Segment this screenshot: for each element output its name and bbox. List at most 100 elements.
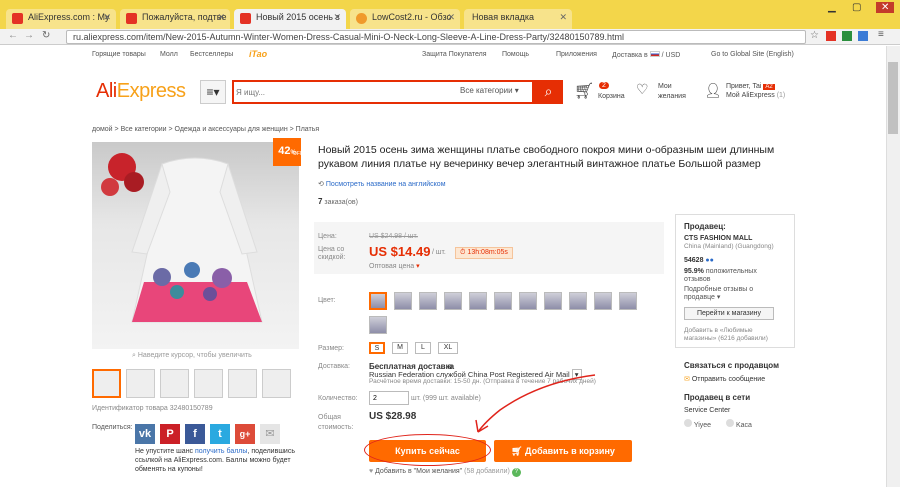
- color-swatch[interactable]: [419, 292, 437, 310]
- thumbnail[interactable]: [92, 369, 121, 398]
- extension-icon[interactable]: [826, 31, 836, 41]
- agent-kaca[interactable]: Kaca: [726, 419, 752, 429]
- minimize-icon[interactable]: ▁: [828, 2, 836, 13]
- size-option[interactable]: XL: [438, 342, 458, 354]
- heart-icon: ♥: [369, 468, 374, 475]
- bookmark-star-icon[interactable]: ☆: [810, 30, 819, 41]
- wishlist-label-1[interactable]: Мои: [658, 83, 672, 90]
- breadcrumb[interactable]: домой > Все категории > Одежда и аксессу…: [92, 126, 319, 133]
- my-aliexpress-link[interactable]: Мой AliExpress (1): [726, 92, 785, 99]
- vk-icon[interactable]: vk: [135, 424, 155, 444]
- color-swatch[interactable]: [469, 292, 487, 310]
- menu-icon[interactable]: ≡: [878, 29, 884, 40]
- send-message-text: Отправить сообщение: [691, 376, 766, 383]
- nav-ship-to[interactable]: Доставка в / USD: [612, 51, 680, 59]
- tab-new[interactable]: Новая вкладка ✕: [464, 9, 572, 29]
- search-input[interactable]: [236, 84, 436, 100]
- heart-icon[interactable]: ♡: [636, 81, 649, 98]
- nav-global-site[interactable]: Go to Global Site (English): [711, 51, 794, 58]
- add-favorite-store[interactable]: Добавить в «Любимые магазины» (6216 добав…: [684, 327, 768, 343]
- user-icon[interactable]: 👤︎: [704, 82, 722, 99]
- clock-icon: ⏱︎: [460, 249, 466, 256]
- search-button[interactable]: ⌕: [534, 80, 563, 104]
- color-swatch[interactable]: [594, 292, 612, 310]
- nav-protection[interactable]: Защита Покупателя: [422, 51, 487, 58]
- color-swatch-selected[interactable]: [369, 292, 387, 310]
- seller-details-link[interactable]: Подробные отзывы о продавце ▾: [684, 286, 753, 302]
- reload-icon[interactable]: ↻: [42, 30, 50, 41]
- agent-yiyee[interactable]: Yiyee: [684, 419, 711, 429]
- close-tab-icon[interactable]: ✕: [333, 12, 341, 23]
- nav-hot[interactable]: Горящие товары: [92, 51, 146, 58]
- thumbnail[interactable]: [160, 369, 189, 398]
- nav-apps[interactable]: Приложения: [556, 51, 597, 58]
- facebook-icon[interactable]: f: [185, 424, 205, 444]
- wishlist-label-2[interactable]: желания: [658, 93, 686, 100]
- tab-label: AliExpress.com : My: [28, 12, 110, 22]
- extension-icon[interactable]: [858, 31, 868, 41]
- tab-product[interactable]: Новый 2015 осень з ✕: [234, 9, 346, 29]
- visit-store-button[interactable]: Перейти к магазину: [684, 307, 774, 320]
- thumbnail[interactable]: [126, 369, 155, 398]
- tab-label: LowCost2.ru - Обзо: [372, 12, 452, 22]
- url-input[interactable]: ru.aliexpress.com/item/New-2015-Autumn-W…: [66, 30, 806, 44]
- quantity-input[interactable]: [369, 391, 409, 405]
- back-icon[interactable]: ←: [8, 30, 18, 41]
- email-icon[interactable]: ✉: [260, 424, 280, 444]
- send-message-link[interactable]: ✉ Отправить сообщение: [684, 375, 765, 383]
- fav-text-2: магазины»: [684, 335, 717, 342]
- color-swatch[interactable]: [519, 292, 537, 310]
- help-icon[interactable]: ?: [511, 468, 521, 477]
- close-tab-icon[interactable]: ✕: [447, 12, 455, 23]
- cart-label[interactable]: Корзина: [598, 93, 625, 100]
- pinterest-icon[interactable]: P: [160, 424, 180, 444]
- tab-lowcost[interactable]: LowCost2.ru - Обзо ✕: [350, 9, 460, 29]
- nav-help[interactable]: Помощь: [502, 51, 529, 58]
- product-main-image[interactable]: [92, 142, 299, 349]
- color-swatch[interactable]: [619, 292, 637, 310]
- forward-icon[interactable]: →: [24, 30, 34, 41]
- color-swatch[interactable]: [494, 292, 512, 310]
- extension-icon[interactable]: [842, 31, 852, 41]
- category-menu-button[interactable]: ≡▾: [200, 80, 226, 104]
- close-tab-icon[interactable]: ✕: [217, 12, 225, 23]
- thumbnail[interactable]: [194, 369, 223, 398]
- get-points-link[interactable]: получить баллы: [195, 448, 247, 455]
- color-swatch[interactable]: [394, 292, 412, 310]
- nav-itao[interactable]: iTao: [249, 49, 267, 59]
- thumbnail[interactable]: [228, 369, 257, 398]
- twitter-icon[interactable]: t: [210, 424, 230, 444]
- seller-name[interactable]: CTS FASHION MALL: [684, 235, 752, 242]
- size-option[interactable]: M: [392, 342, 408, 354]
- translate-text: Посмотреть название на английском: [325, 181, 446, 188]
- greeting[interactable]: Привет, Tai A2: [726, 83, 775, 90]
- cart-icon[interactable]: 🛒︎: [574, 81, 594, 101]
- wishlist-count: (58 добавили): [464, 468, 510, 475]
- nav-mall[interactable]: Молл: [160, 51, 178, 58]
- close-tab-icon[interactable]: ✕: [103, 12, 111, 23]
- close-tab-icon[interactable]: ✕: [559, 12, 567, 23]
- aliexpress-logo[interactable]: AliExpress: [96, 80, 186, 103]
- color-swatch[interactable]: [569, 292, 587, 310]
- close-window-icon[interactable]: ✕: [876, 2, 895, 13]
- translate-link[interactable]: ⟲ Посмотреть название на английском: [318, 180, 446, 188]
- scrollbar-thumb[interactable]: [888, 62, 898, 134]
- tab-aliexpress-my[interactable]: AliExpress.com : My ✕: [6, 9, 116, 29]
- color-swatch[interactable]: [444, 292, 462, 310]
- color-swatch[interactable]: [544, 292, 562, 310]
- add-to-wishlist[interactable]: ♥ Добавить в "Мои желания" (58 добавили)…: [369, 468, 521, 477]
- color-swatch[interactable]: [369, 316, 387, 334]
- tab-confirm[interactable]: Пожалуйста, подтве ✕: [120, 9, 230, 29]
- search-category-select[interactable]: Все категории ▾: [460, 86, 519, 95]
- hamburger-icon: ≡▾: [206, 85, 220, 99]
- wholesale-link[interactable]: Оптовая цена ▾: [369, 262, 420, 270]
- maximize-icon[interactable]: ▢: [852, 2, 861, 13]
- thumbnail[interactable]: [262, 369, 291, 398]
- size-option-selected[interactable]: S: [369, 342, 385, 354]
- nav-bestsellers[interactable]: Бестселлеры: [190, 51, 233, 58]
- lowcost-favicon: [356, 13, 367, 24]
- total-price: US $28.98: [369, 411, 417, 422]
- googleplus-icon[interactable]: g+: [235, 424, 255, 444]
- add-to-cart-button[interactable]: 🛒︎ Добавить в корзину: [494, 440, 632, 462]
- size-option[interactable]: L: [415, 342, 431, 354]
